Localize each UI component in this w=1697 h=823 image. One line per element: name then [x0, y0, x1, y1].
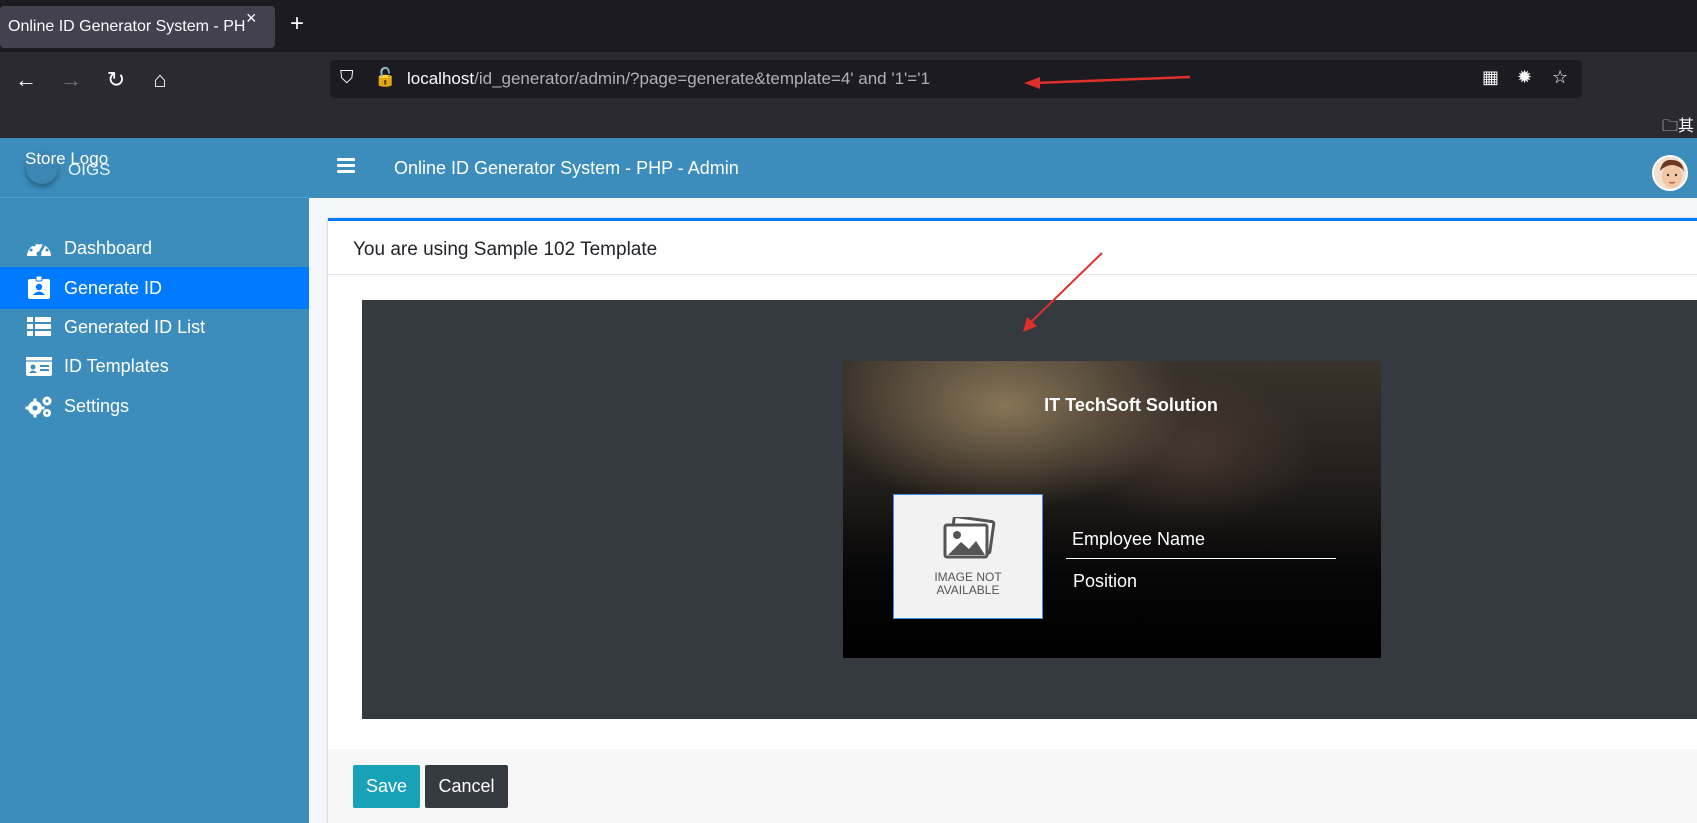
- annotation-arrow-url: [1034, 75, 1191, 85]
- annotation-arrows: [1023, 75, 1191, 332]
- annotation-arrow-card: [1029, 252, 1103, 324]
- annotation-arrowhead-url: [1024, 77, 1040, 89]
